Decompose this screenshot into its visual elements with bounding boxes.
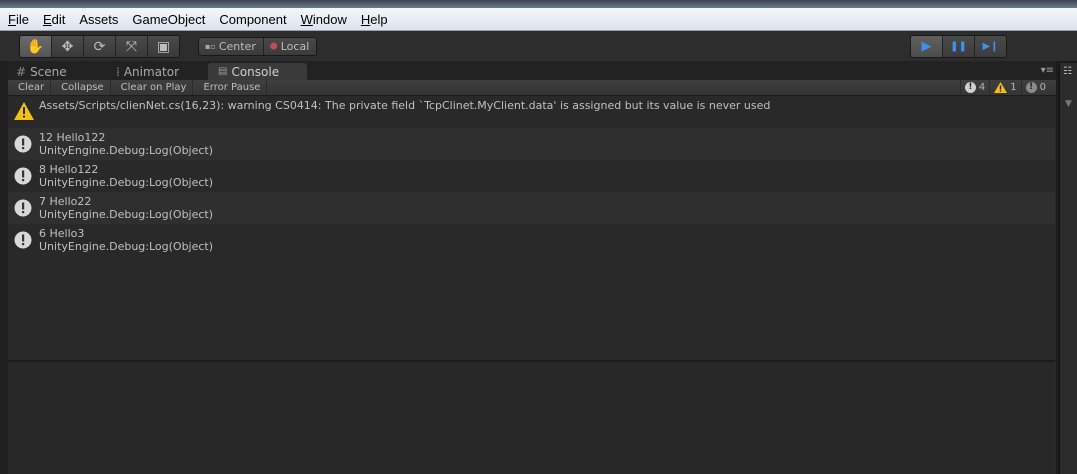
tab-animator-label: Animator: [123, 64, 179, 79]
error-count: 0: [1039, 82, 1046, 93]
scale-tool-button[interactable]: ⤧: [116, 36, 148, 57]
info-icon: [14, 167, 32, 185]
pause-button[interactable]: ❚❚: [943, 36, 975, 57]
warning-count-toggle[interactable]: 1: [989, 80, 1020, 95]
menu-file[interactable]: File: [8, 12, 29, 27]
info-icon: [14, 231, 32, 249]
console-icon: ▤: [218, 66, 228, 77]
log-entry[interactable]: 6 Hello3 UnityEngine.Debug:Log(Object): [8, 224, 1055, 256]
warning-count: 1: [1010, 82, 1017, 93]
log-message: 8 Hello122: [39, 163, 99, 176]
error-pause-button[interactable]: Error Pause: [193, 80, 268, 95]
pivot-center-button[interactable]: ▪▫ Center: [199, 38, 263, 55]
rect-tool-button[interactable]: ▣: [148, 36, 179, 57]
hand-icon: ✋: [26, 38, 45, 55]
info-icon: !: [964, 82, 976, 93]
pivot-icon: ▪▫: [205, 42, 216, 51]
pivot-controls: ▪▫ Center ⬢ Local: [198, 37, 318, 56]
pivot-local-button[interactable]: ⬢ Local: [262, 38, 317, 55]
log-entry-warning[interactable]: Assets/Scripts/clienNet.cs(16,23): warni…: [8, 96, 1055, 128]
tab-console-label: Console: [231, 64, 280, 79]
log-entry-text: 12 Hello122 UnityEngine.Debug:Log(Object…: [39, 131, 213, 157]
info-icon: [14, 135, 32, 153]
animator-icon: ⁞: [116, 64, 120, 79]
info-icon: [14, 199, 32, 217]
warning-icon: [14, 102, 34, 120]
log-stacktrace: UnityEngine.Debug:Log(Object): [39, 208, 214, 221]
clear-button[interactable]: Clear: [8, 80, 52, 95]
dropdown-arrow-icon[interactable]: ▼: [1065, 99, 1072, 109]
pause-icon: ❚❚: [950, 41, 967, 52]
error-count-toggle[interactable]: ! 0: [1020, 80, 1050, 95]
log-counters: ! 4 1 ! 0: [959, 80, 1050, 95]
hand-tool-button[interactable]: ✋: [20, 36, 52, 57]
menu-window[interactable]: Window: [301, 12, 347, 27]
right-panel-tab-icon[interactable]: ☷: [1063, 66, 1072, 77]
pivot-local-label: Local: [280, 40, 310, 53]
menu-gameobject[interactable]: GameObject: [132, 12, 205, 27]
pivot-center-label: Center: [218, 40, 256, 53]
menu-component[interactable]: Component: [219, 12, 286, 27]
log-entry-text: 7 Hello22 UnityEngine.Debug:Log(Object): [39, 195, 213, 221]
main-toolbar: ✋ ✥ ⟳ ⤧ ▣ ▪▫ Center ⬢ Local ▶ ❚❚ ▶❙: [0, 31, 1077, 61]
transform-tools: ✋ ✥ ⟳ ⤧ ▣: [19, 35, 180, 58]
log-entry-text: 8 Hello122 UnityEngine.Debug:Log(Object): [39, 163, 213, 189]
log-count-toggle[interactable]: ! 4: [959, 80, 989, 95]
tab-scene[interactable]: # Scene: [16, 63, 67, 80]
play-button[interactable]: ▶: [911, 36, 943, 57]
local-space-icon: ⬢: [269, 41, 278, 52]
clear-on-play-button[interactable]: Clear on Play: [111, 80, 194, 95]
tab-scene-label: Scene: [30, 64, 67, 79]
log-stacktrace: UnityEngine.Debug:Log(Object): [39, 176, 214, 189]
console-log-list: Assets/Scripts/clienNet.cs(16,23): warni…: [8, 96, 1055, 360]
log-entry[interactable]: 8 Hello122 UnityEngine.Debug:Log(Object): [8, 160, 1055, 192]
move-tool-button[interactable]: ✥: [52, 36, 84, 57]
playback-controls: ▶ ❚❚ ▶❙: [910, 35, 1007, 58]
rotate-icon: ⟳: [93, 38, 106, 55]
step-button[interactable]: ▶❙: [975, 36, 1006, 57]
console-toolbar: Clear Collapse Clear on Play Error Pause…: [8, 80, 1056, 96]
log-entry-text: Assets/Scripts/clienNet.cs(16,23): warni…: [39, 99, 771, 112]
tab-menu-icon[interactable]: ▾≡: [1041, 65, 1054, 76]
log-stacktrace: UnityEngine.Debug:Log(Object): [39, 240, 214, 253]
rect-icon: ▣: [156, 38, 171, 55]
log-stacktrace: UnityEngine.Debug:Log(Object): [39, 144, 214, 157]
warning-icon: [994, 82, 1008, 93]
tab-animator[interactable]: ⁞ Animator: [116, 63, 179, 80]
log-entry[interactable]: 7 Hello22 UnityEngine.Debug:Log(Object): [8, 192, 1055, 224]
tab-strip: # Scene ⁞ Animator ▤ Console ▾≡: [8, 61, 1056, 80]
scene-icon: #: [16, 64, 27, 79]
play-icon: ▶: [921, 39, 932, 54]
right-panel: ☷ ▼: [1059, 63, 1077, 474]
log-message: 6 Hello3: [39, 227, 85, 240]
window-title-strip: [0, 0, 1077, 8]
menu-edit[interactable]: Edit: [43, 12, 65, 27]
menu-bar: File Edit Assets GameObject Component Wi…: [0, 8, 1077, 31]
menu-assets[interactable]: Assets: [79, 12, 118, 27]
scale-icon: ⤧: [125, 38, 138, 55]
menu-help[interactable]: Help: [361, 12, 388, 27]
left-edge: [0, 61, 8, 474]
log-message: 7 Hello22: [39, 195, 92, 208]
log-message: 12 Hello122: [39, 131, 106, 144]
tab-console[interactable]: ▤ Console: [208, 63, 308, 80]
console-detail-pane: [8, 362, 1055, 474]
error-icon: !: [1025, 82, 1037, 93]
log-count: 4: [978, 82, 986, 93]
step-icon: ▶❙: [982, 41, 999, 52]
move-icon: ✥: [61, 38, 74, 55]
log-entry-text: 6 Hello3 UnityEngine.Debug:Log(Object): [39, 227, 213, 253]
rotate-tool-button[interactable]: ⟳: [84, 36, 116, 57]
log-entry[interactable]: 12 Hello122 UnityEngine.Debug:Log(Object…: [8, 128, 1055, 160]
collapse-button[interactable]: Collapse: [51, 80, 111, 95]
